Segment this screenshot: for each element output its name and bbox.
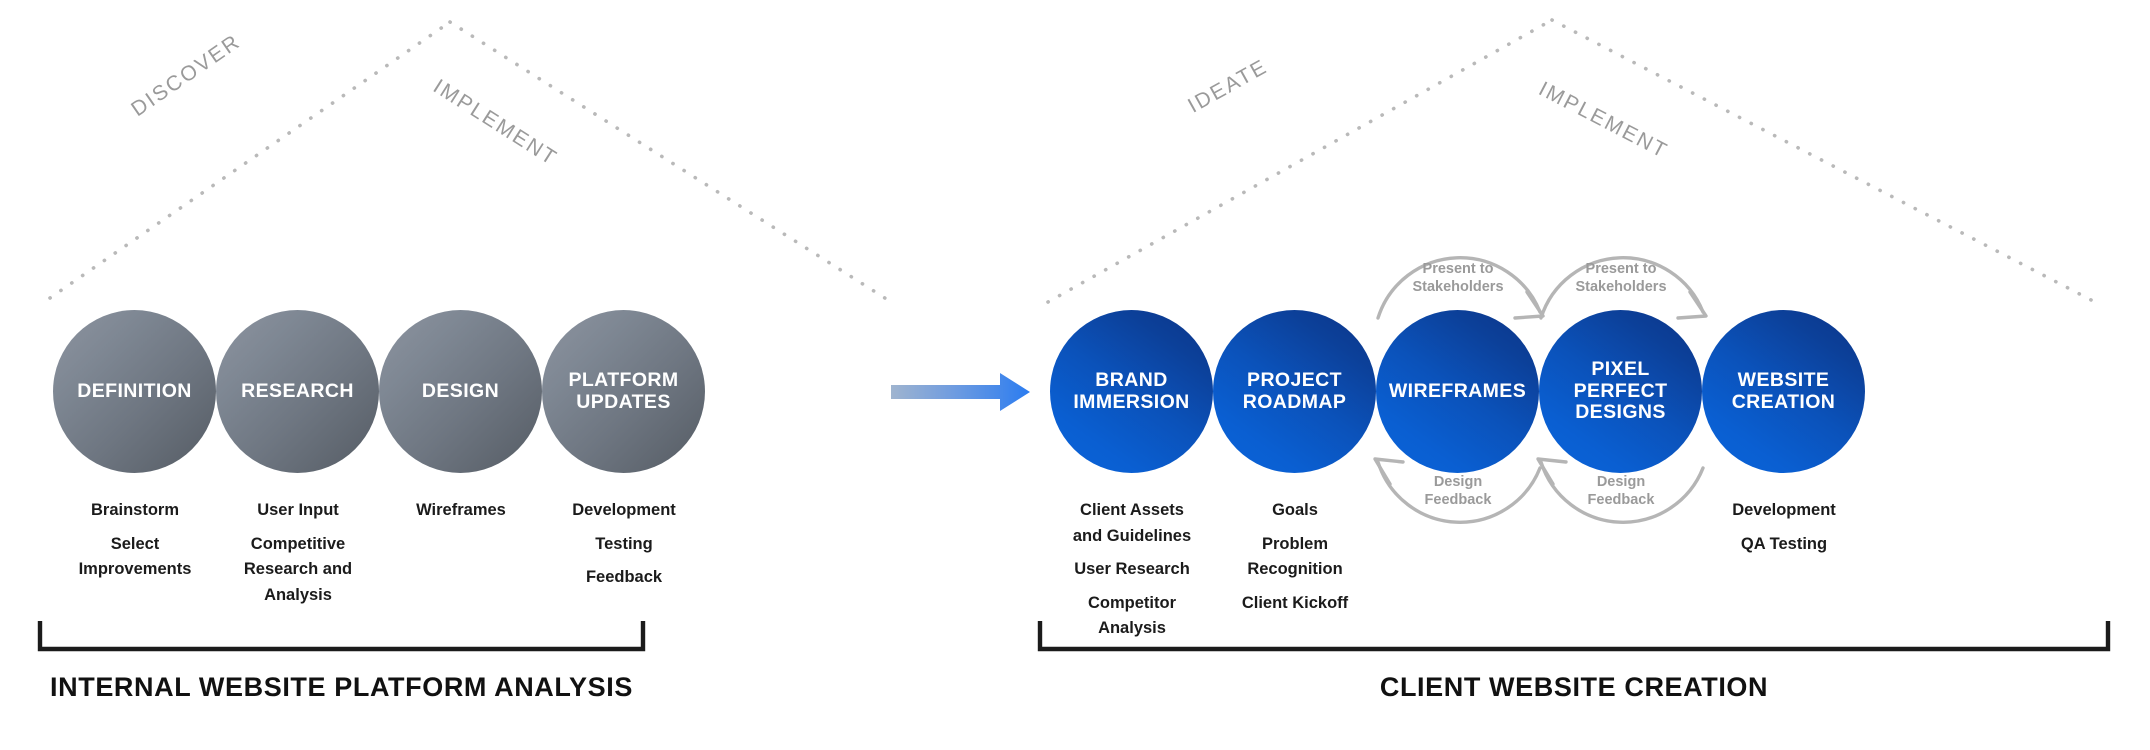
loop-label-design-feedback-2: Design Feedback [1587,474,1655,509]
loop-label-present-to-stakeholders-2: Present to Stakeholders [1575,261,1667,296]
node-wireframes-label: WIREFRAMES [1388,379,1527,402]
group-title-client: CLIENT WEBSITE CREATION [1379,672,1769,702]
loop-label-design-feedback-1: Design Feedback [1424,474,1492,509]
node-pixel-perfect-designs[interactable]: PIXEL PERFECT DESIGNS [1539,310,1702,473]
sub-project-roadmap: Goals Problem Recognition Client Kickoff [1184,498,1406,616]
sub-platform-updates-line-1: Testing [595,534,653,553]
node-definition-label: DEFINITION [77,379,192,402]
node-project-roadmap-label: PROJECT ROADMAP [1242,368,1347,413]
bracket-internal [37,621,646,652]
connector-arrow-long-gradient [891,373,1030,411]
node-research[interactable]: RESEARCH [216,310,379,473]
dotted-triangle-left [48,20,890,302]
phase-label-discover: DISCOVER [127,29,246,122]
node-platform-updates[interactable]: PLATFORM UPDATES [542,310,705,473]
sub-website-creation: Development QA Testing [1673,498,1895,557]
sub-project-roadmap-line-0: Goals [1272,501,1318,519]
node-brand-immersion-label: BRAND IMMERSION [1073,368,1190,413]
node-project-roadmap[interactable]: PROJECT ROADMAP [1213,310,1376,473]
node-design-label: DESIGN [421,379,500,402]
sub-platform-updates-line-2: Feedback [585,568,663,587]
node-design[interactable]: DESIGN [379,310,542,473]
sub-research-line-1: Competitive Research and Analysis [243,534,353,604]
phase-label-implement-right: IMPLEMENT [1534,77,1672,164]
sub-platform-updates: Development Testing Feedback [513,498,735,591]
node-pixel-perfect-designs-label: PIXEL PERFECT DESIGNS [1573,357,1668,424]
node-definition[interactable]: DEFINITION [53,310,216,473]
sub-website-creation-line-1: QA Testing [1740,534,1828,553]
node-platform-updates-label: PLATFORM UPDATES [568,368,679,413]
node-brand-immersion[interactable]: BRAND IMMERSION [1050,310,1213,473]
sub-website-creation-line-0: Development [1732,501,1836,519]
process-diagram: DISCOVER IMPLEMENT IDEATE IMPLEMENT DEFI… [0,0,2150,750]
loop-label-present-to-stakeholders-1: Present to Stakeholders [1412,261,1504,296]
sub-project-roadmap-line-1: Problem Recognition [1247,534,1343,579]
phase-label-ideate: IDEATE [1184,54,1272,118]
sub-project-roadmap-line-2: Client Kickoff [1241,593,1349,612]
sub-platform-updates-line-0: Development [572,501,676,519]
phase-label-implement-left: IMPLEMENT [429,74,562,171]
node-research-label: RESEARCH [241,379,354,402]
node-website-creation[interactable]: WEBSITE CREATION [1702,310,1865,473]
group-title-internal: INTERNAL WEBSITE PLATFORM ANALYSIS [50,672,633,702]
node-website-creation-label: WEBSITE CREATION [1731,368,1836,413]
node-wireframes[interactable]: WIREFRAMES [1376,310,1539,473]
